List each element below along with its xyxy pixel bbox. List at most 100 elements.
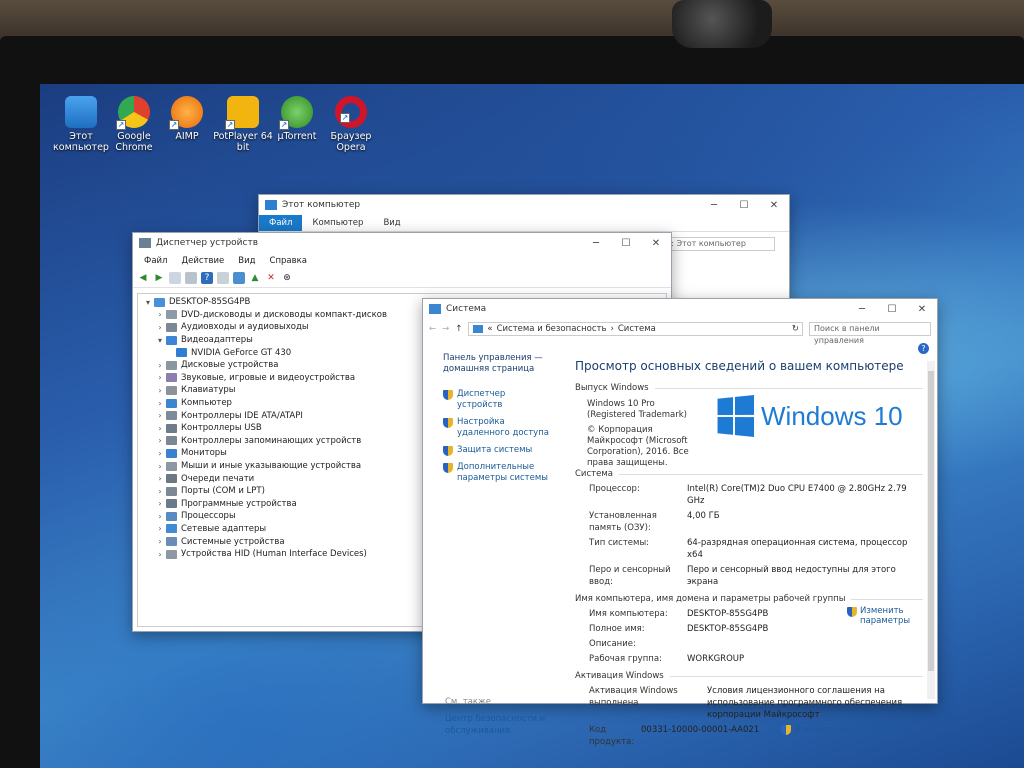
- change-product-key-link[interactable]: Изменить ключ продукта: [794, 724, 908, 748]
- system-main: Просмотр основных сведений о вашем компь…: [571, 341, 923, 747]
- device-category-icon: [166, 436, 177, 446]
- close-button[interactable]: ✕: [907, 299, 937, 319]
- expand-icon[interactable]: ›: [154, 537, 166, 546]
- refresh-icon[interactable]: ↻: [792, 324, 802, 334]
- menu-help[interactable]: Справка: [263, 256, 314, 266]
- breadcrumb-item[interactable]: Система: [618, 324, 656, 334]
- window-title: Система: [446, 304, 487, 314]
- collapse-icon[interactable]: ▾: [154, 336, 166, 345]
- device-category-icon: [166, 373, 177, 383]
- tree-label: Звуковые, игровые и видеоустройства: [181, 372, 356, 383]
- uninstall-icon[interactable]: ✕: [265, 272, 277, 284]
- devmgr-titlebar[interactable]: Диспетчер устройств ─ ☐ ✕: [133, 233, 671, 253]
- maximize-button[interactable]: ☐: [729, 195, 759, 215]
- system-icon: [429, 304, 441, 314]
- up-icon[interactable]: ↑: [455, 324, 462, 334]
- windows-logo-text: Windows 10: [761, 400, 903, 431]
- breadcrumb-item[interactable]: Система и безопасность: [497, 324, 607, 334]
- properties-icon[interactable]: [169, 271, 181, 284]
- tree-label: Мыши и иные указывающие устройства: [181, 461, 362, 472]
- tab-file[interactable]: Файл: [259, 215, 303, 231]
- expand-icon[interactable]: ›: [154, 550, 166, 559]
- window-title: Диспетчер устройств: [156, 238, 259, 248]
- tree-label: Аудиовходы и аудиовыходы: [181, 322, 309, 333]
- address-bar[interactable]: « Система и безопасность › Система ↻: [468, 322, 803, 336]
- device-category-icon: [176, 348, 187, 358]
- expand-icon[interactable]: ›: [154, 499, 166, 508]
- remote-settings-link[interactable]: Настройка удаленного доступа: [443, 417, 553, 439]
- search-input[interactable]: ск: Этот компьютер: [657, 237, 775, 251]
- expand-icon[interactable]: ›: [154, 411, 166, 420]
- menu-action[interactable]: Действие: [174, 256, 231, 266]
- minimize-button[interactable]: ─: [699, 195, 729, 215]
- expand-icon[interactable]: ›: [154, 524, 166, 533]
- section-activation: Активация Windows: [575, 671, 923, 681]
- expand-icon[interactable]: ›: [154, 310, 166, 319]
- back-icon[interactable]: ←: [429, 324, 436, 334]
- desktop-icon-opera[interactable]: ↗ Браузер Opera: [318, 96, 384, 153]
- chrome-icon: ↗: [116, 96, 150, 130]
- wall-background: [0, 0, 1024, 40]
- expand-icon[interactable]: ›: [154, 323, 166, 332]
- address-bar-row: ← → ↑ « Система и безопасность › Система…: [423, 319, 937, 354]
- search-input[interactable]: Поиск в панели управления: [809, 322, 931, 345]
- expand-icon[interactable]: ›: [154, 462, 166, 471]
- opera-icon: ↗: [335, 96, 367, 128]
- menu-file[interactable]: Файл: [137, 256, 174, 266]
- system-window[interactable]: Система ─ ☐ ✕ ← → ↑ « Система и безопасн…: [422, 298, 938, 747]
- expand-icon[interactable]: ›: [154, 373, 166, 382]
- action-icon[interactable]: [217, 271, 229, 284]
- expand-icon[interactable]: ›: [154, 449, 166, 458]
- license-terms-link[interactable]: Условия лицензионного соглашения на испо…: [707, 685, 923, 721]
- minimize-button[interactable]: ─: [847, 299, 877, 319]
- device-category-icon: [166, 474, 177, 484]
- menu-view[interactable]: Вид: [231, 256, 262, 266]
- system-titlebar[interactable]: Система ─ ☐ ✕: [423, 299, 937, 319]
- back-arrow-icon[interactable]: ◀: [137, 272, 149, 284]
- aimp-icon: ↗: [169, 96, 203, 130]
- tree-label: Контроллеры запоминающих устройств: [181, 435, 362, 446]
- close-button[interactable]: ✕: [759, 195, 789, 215]
- expand-icon[interactable]: ›: [154, 386, 166, 395]
- list-icon[interactable]: [185, 271, 197, 284]
- expand-icon[interactable]: ›: [154, 487, 166, 496]
- expand-icon[interactable]: ›: [154, 424, 166, 433]
- system-protection-link[interactable]: Защита системы: [443, 445, 553, 456]
- expand-icon[interactable]: ›: [154, 399, 166, 408]
- tab-computer[interactable]: Компьютер: [302, 215, 373, 231]
- forward-arrow-icon[interactable]: ▶: [153, 272, 165, 284]
- maximize-button[interactable]: ☐: [877, 299, 907, 319]
- tree-label: Процессоры: [181, 511, 236, 522]
- section-computer-name: Имя компьютера, имя домена и параметры р…: [575, 594, 923, 604]
- tab-view[interactable]: Вид: [373, 215, 410, 231]
- explorer-titlebar[interactable]: Этот компьютер ─ ☐ ✕: [259, 195, 789, 215]
- security-center-link[interactable]: Центр безопасности и обслуживания: [445, 713, 555, 737]
- maximize-button[interactable]: ☐: [611, 233, 641, 253]
- breadcrumb-sep: «: [487, 324, 493, 334]
- monitor-icon[interactable]: [233, 271, 245, 284]
- expand-icon[interactable]: ›: [154, 361, 166, 370]
- scan-hardware-icon[interactable]: ⊛: [281, 272, 293, 284]
- forward-icon[interactable]: →: [442, 324, 449, 334]
- close-button[interactable]: ✕: [641, 233, 671, 253]
- device-category-icon: [166, 537, 177, 547]
- minimize-button[interactable]: ─: [581, 233, 611, 253]
- update-driver-icon[interactable]: ▲: [249, 272, 261, 284]
- scrollbar[interactable]: [927, 361, 935, 699]
- control-panel-home-link[interactable]: Панель управления — домашняя страница: [443, 353, 553, 375]
- tree-label: Дисковые устройства: [181, 360, 279, 371]
- change-settings-link[interactable]: Изменить параметры: [847, 606, 919, 626]
- collapse-icon[interactable]: ▾: [142, 298, 154, 307]
- expand-icon[interactable]: ›: [154, 512, 166, 521]
- ram-row: Установленная память (ОЗУ): 4,00 ГБ: [589, 511, 720, 533]
- device-category-icon: [166, 486, 177, 496]
- expand-icon[interactable]: ›: [154, 474, 166, 483]
- device-manager-link[interactable]: Диспетчер устройств: [443, 389, 553, 411]
- device-category-icon: [166, 423, 177, 433]
- advanced-settings-link[interactable]: Дополнительные параметры системы: [443, 462, 553, 484]
- help-icon[interactable]: ?: [201, 271, 213, 284]
- tree-label: DVD-дисководы и дисководы компакт-дисков: [181, 309, 387, 320]
- device-category-icon: [166, 511, 177, 521]
- expand-icon[interactable]: ›: [154, 436, 166, 445]
- menubar: Файл Действие Вид Справка: [133, 253, 671, 268]
